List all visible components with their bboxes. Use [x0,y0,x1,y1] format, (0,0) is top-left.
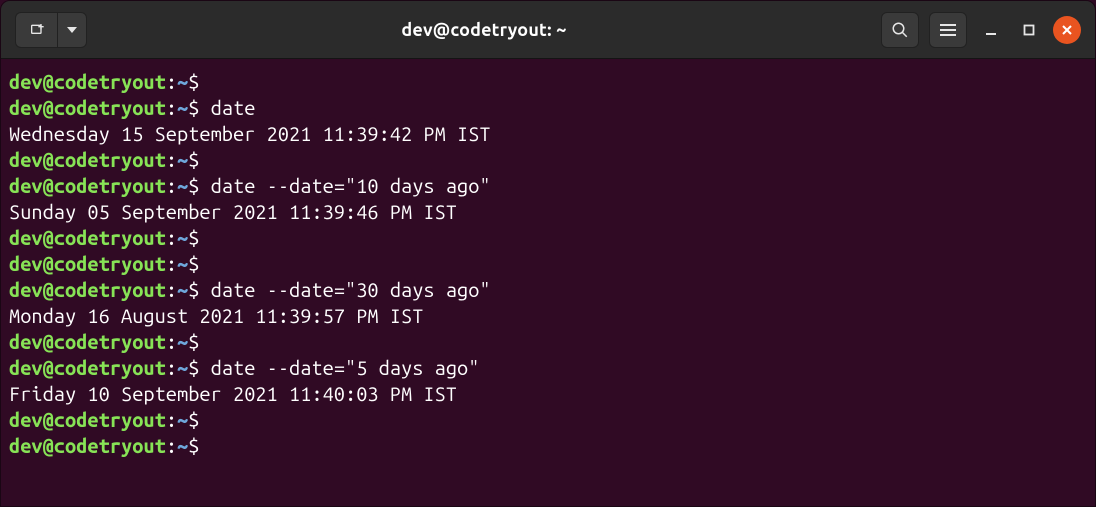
terminal-line: dev@codetryout:~$ date [9,95,1087,121]
command-text: date [199,96,255,119]
command-text: date --date="30 days ago" [199,278,490,301]
prompt-path: ~ [177,148,188,171]
prompt-separator: : [166,174,177,197]
maximize-icon [1023,24,1035,36]
prompt-path: ~ [177,226,188,249]
terminal-line: dev@codetryout:~$ [9,147,1087,173]
output-text: Friday 10 September 2021 11:40:03 PM IST [9,382,457,405]
prompt-path: ~ [177,356,188,379]
prompt-separator: : [166,356,177,379]
prompt-symbol: $ [188,330,199,353]
terminal-line: Sunday 05 September 2021 11:39:46 PM IST [9,199,1087,225]
titlebar-left [15,12,87,48]
prompt-symbol: $ [188,434,199,457]
close-icon [1061,24,1073,36]
terminal-line: dev@codetryout:~$ date --date="5 days ag… [9,355,1087,381]
close-button[interactable] [1053,16,1081,44]
terminal-line: dev@codetryout:~$ [9,433,1087,459]
terminal-line: Wednesday 15 September 2021 11:39:42 PM … [9,121,1087,147]
prompt-userhost: dev@codetryout [9,408,166,431]
terminal-line: Friday 10 September 2021 11:40:03 PM IST [9,381,1087,407]
prompt-path: ~ [177,278,188,301]
terminal-line: dev@codetryout:~$ [9,69,1087,95]
prompt-symbol: $ [188,174,199,197]
command-text: date --date="10 days ago" [199,174,490,197]
minimize-button[interactable] [977,16,1005,44]
prompt-userhost: dev@codetryout [9,96,166,119]
prompt-path: ~ [177,70,188,93]
output-text: Monday 16 August 2021 11:39:57 PM IST [9,304,423,327]
terminal-line: dev@codetryout:~$ date --date="10 days a… [9,173,1087,199]
prompt-symbol: $ [188,252,199,275]
hamburger-icon [940,24,956,36]
window-title: dev@codetryout: ~ [95,20,873,40]
search-icon [891,21,909,39]
prompt-separator: : [166,278,177,301]
command-text [199,330,210,353]
command-text [199,434,210,457]
search-button[interactable] [881,12,919,48]
command-text [199,70,210,93]
output-text: Sunday 05 September 2021 11:39:46 PM IST [9,200,457,223]
prompt-userhost: dev@codetryout [9,252,166,275]
command-text [199,408,210,431]
prompt-symbol: $ [188,70,199,93]
tab-dropdown-button[interactable] [57,12,87,48]
prompt-symbol: $ [188,408,199,431]
new-tab-button[interactable] [15,12,57,48]
prompt-separator: : [166,96,177,119]
prompt-symbol: $ [188,278,199,301]
prompt-symbol: $ [188,96,199,119]
prompt-userhost: dev@codetryout [9,434,166,457]
new-tab-icon [29,22,45,38]
terminal-line: Monday 16 August 2021 11:39:57 PM IST [9,303,1087,329]
terminal-line: dev@codetryout:~$ [9,329,1087,355]
prompt-symbol: $ [188,226,199,249]
prompt-userhost: dev@codetryout [9,148,166,171]
prompt-path: ~ [177,330,188,353]
prompt-separator: : [166,330,177,353]
prompt-userhost: dev@codetryout [9,356,166,379]
command-text [199,252,210,275]
terminal-line: dev@codetryout:~$ date --date="30 days a… [9,277,1087,303]
prompt-userhost: dev@codetryout [9,278,166,301]
prompt-path: ~ [177,174,188,197]
prompt-symbol: $ [188,148,199,171]
prompt-path: ~ [177,434,188,457]
prompt-separator: : [166,252,177,275]
prompt-separator: : [166,408,177,431]
prompt-path: ~ [177,252,188,275]
chevron-down-icon [67,27,77,33]
command-text [199,148,210,171]
prompt-separator: : [166,434,177,457]
prompt-symbol: $ [188,356,199,379]
prompt-path: ~ [177,408,188,431]
terminal-line: dev@codetryout:~$ [9,225,1087,251]
prompt-userhost: dev@codetryout [9,330,166,353]
terminal-line: dev@codetryout:~$ [9,251,1087,277]
prompt-userhost: dev@codetryout [9,174,166,197]
maximize-button[interactable] [1015,16,1043,44]
command-text: date --date="5 days ago" [199,356,479,379]
prompt-path: ~ [177,96,188,119]
prompt-separator: : [166,70,177,93]
minimize-icon [985,24,997,36]
terminal-body[interactable]: dev@codetryout:~$ dev@codetryout:~$ date… [1,59,1095,506]
output-text: Wednesday 15 September 2021 11:39:42 PM … [9,122,491,145]
terminal-window: dev@codetryout: ~ dev@codetryout:~$ dev@… [0,0,1096,507]
terminal-line: dev@codetryout:~$ [9,407,1087,433]
menu-button[interactable] [929,12,967,48]
prompt-userhost: dev@codetryout [9,70,166,93]
titlebar-right [881,12,1081,48]
prompt-separator: : [166,226,177,249]
command-text [199,226,210,249]
prompt-separator: : [166,148,177,171]
prompt-userhost: dev@codetryout [9,226,166,249]
titlebar[interactable]: dev@codetryout: ~ [1,1,1095,59]
